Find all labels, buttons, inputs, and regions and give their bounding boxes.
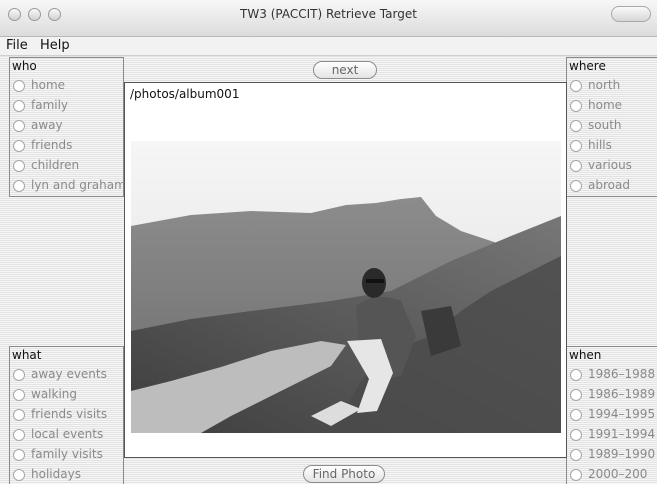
radio-button-icon[interactable] [570,409,582,421]
radio-button-icon[interactable] [13,100,25,112]
radio-button-icon[interactable] [570,449,582,461]
when-option-1[interactable]: 1986–1988 [567,366,657,386]
when-option-3[interactable]: 1994–1995 [567,406,657,426]
radio-button-icon[interactable] [13,449,25,461]
photo-frame: /photos/album001 [124,82,567,458]
who-panel: who home family away friends children ly… [9,57,126,197]
when-panel: when 1986–1988 1986–1989 1994–1995 1991–… [566,346,657,484]
where-option-abroad[interactable]: abroad [567,177,657,197]
photo-path: /photos/album001 [130,87,240,101]
what-option-friends-visits[interactable]: friends visits [10,406,123,426]
app-window: TW3 (PACCIT) Retrieve Target File Help w… [0,0,657,484]
what-panel: what away events walking friends visits … [9,346,124,484]
radio-button-icon[interactable] [13,80,25,92]
radio-button-icon[interactable] [13,369,25,381]
radio-button-icon[interactable] [570,120,582,132]
radio-button-icon[interactable] [570,369,582,381]
menu-help[interactable]: Help [40,38,70,53]
who-option-children[interactable]: children [10,157,123,177]
radio-button-icon[interactable] [13,389,25,401]
when-option-4[interactable]: 1991–1994 [567,426,657,446]
radio-button-icon[interactable] [570,429,582,441]
what-option-away-events[interactable]: away events [10,366,123,386]
where-option-home[interactable]: home [567,97,657,117]
who-option-home[interactable]: home [10,77,123,97]
what-label: what [12,348,42,362]
what-option-walking[interactable]: walking [10,386,123,406]
radio-button-icon[interactable] [13,140,25,152]
where-option-hills[interactable]: hills [567,137,657,157]
where-label: where [569,59,606,73]
radio-button-icon[interactable] [570,80,582,92]
where-panel: where north home south hills various abr… [566,57,657,197]
when-option-5[interactable]: 1989–1990 [567,446,657,466]
when-option-2[interactable]: 1986–1989 [567,386,657,406]
radio-button-icon[interactable] [570,140,582,152]
who-option-away[interactable]: away [10,117,123,137]
who-option-friends[interactable]: friends [10,137,123,157]
where-option-south[interactable]: south [567,117,657,137]
window-title: TW3 (PACCIT) Retrieve Target [240,7,417,21]
who-option-family[interactable]: family [10,97,123,117]
next-button[interactable]: next [313,61,377,79]
when-option-6[interactable]: 2000–200 [567,466,657,484]
radio-button-icon[interactable] [570,180,582,192]
who-option-lyn-and-graham[interactable]: lyn and graham [10,177,126,197]
what-option-holidays[interactable]: holidays [10,466,123,484]
find-photo-button[interactable]: Find Photo [303,465,385,483]
radio-button-icon[interactable] [13,429,25,441]
menu-file[interactable]: File [6,38,28,53]
radio-button-icon[interactable] [570,389,582,401]
radio-button-icon[interactable] [570,469,582,481]
menu-bar: File Help [0,37,657,56]
toolbar-toggle-button[interactable] [611,6,651,22]
where-option-north[interactable]: north [567,77,657,97]
radio-button-icon[interactable] [570,160,582,172]
what-option-family-visits[interactable]: family visits [10,446,123,466]
what-option-local-events[interactable]: local events [10,426,123,446]
when-label: when [569,348,602,362]
radio-button-icon[interactable] [13,409,25,421]
radio-button-icon[interactable] [570,100,582,112]
radio-button-icon[interactable] [13,160,25,172]
radio-button-icon[interactable] [13,120,25,132]
radio-button-icon[interactable] [13,469,25,481]
radio-button-icon[interactable] [13,180,25,192]
landscape-photo-icon [131,141,561,433]
who-label: who [12,59,37,73]
where-option-various[interactable]: various [567,157,657,177]
title-bar: TW3 (PACCIT) Retrieve Target [0,0,657,37]
